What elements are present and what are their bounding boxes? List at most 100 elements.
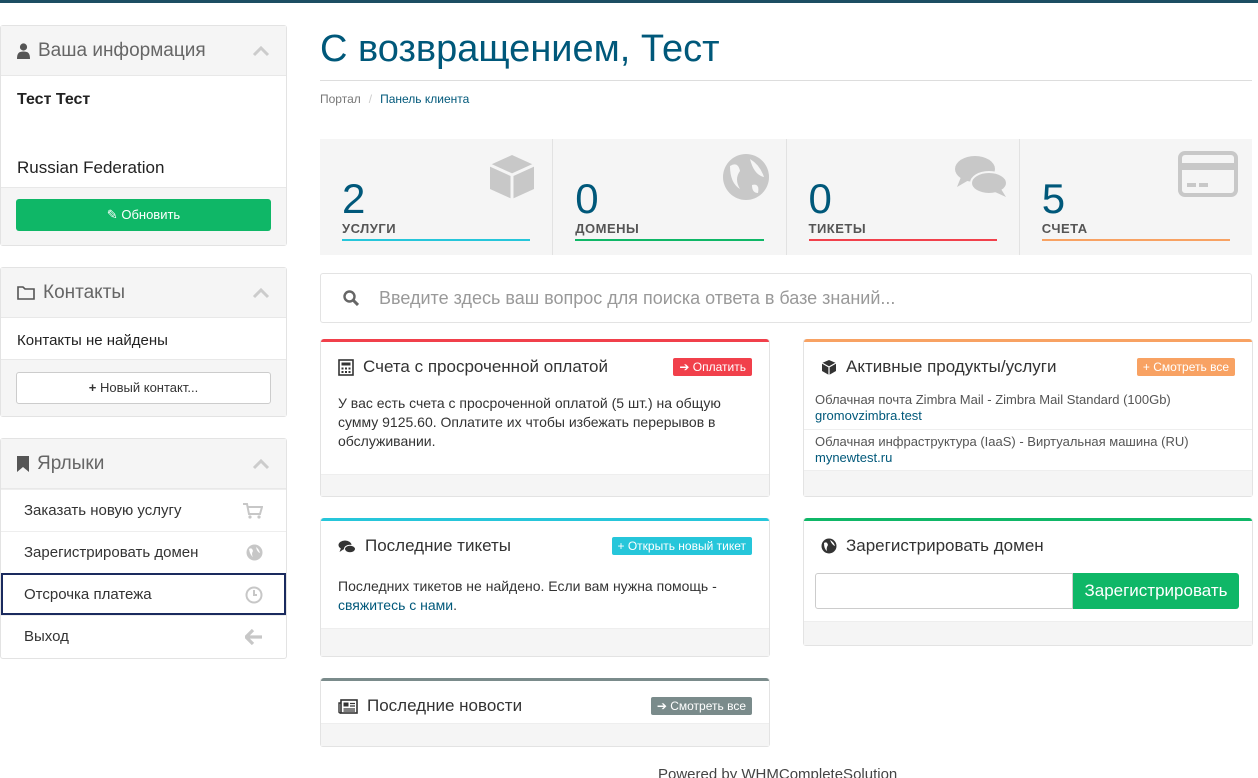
card-footer xyxy=(804,621,1252,645)
shortcut-register-domain[interactable]: Зарегистрировать домен xyxy=(1,531,286,573)
shortcuts-panel-header[interactable]: Ярлыки xyxy=(1,439,286,489)
card-footer xyxy=(321,723,769,746)
pay-button[interactable]: ➔ Оплатить xyxy=(673,358,752,376)
product-name: Облачная инфраструктура (IaaS) - Виртуал… xyxy=(815,434,1189,449)
pencil-icon: ✎ xyxy=(106,207,118,222)
globe-icon xyxy=(821,538,837,554)
card-title: Активные продукты/услуги xyxy=(846,357,1057,376)
globe-icon xyxy=(246,544,263,561)
card-title: Счета с просроченной оплатой xyxy=(363,357,608,376)
kb-search-placeholder: Введите здесь ваш вопрос для поиска отве… xyxy=(379,287,896,308)
info-panel: Ваша информация Тест Тест Russian Federa… xyxy=(0,25,287,246)
pay-button-label: Оплатить xyxy=(692,360,746,374)
tile-label: УСЛУГИ xyxy=(342,221,397,236)
tickets-text: Последних тикетов не найдено. Если вам н… xyxy=(321,569,769,615)
tile-accent-bar xyxy=(575,239,764,241)
tile-accent-bar xyxy=(808,239,997,241)
card-title: Последние новости xyxy=(367,696,523,715)
user-icon xyxy=(17,42,30,59)
domain-input[interactable] xyxy=(815,573,1073,609)
client-name: Тест Тест xyxy=(17,91,91,108)
shortcuts-panel: Ярлыки Заказать новую услугу Зарегистрир… xyxy=(0,438,287,659)
update-info-label: Обновить xyxy=(121,207,181,222)
tickets-empty-text: Последних тикетов не найдено. Если вам н… xyxy=(338,578,717,594)
tile-tickets[interactable]: 0 ТИКЕТЫ xyxy=(787,139,1020,255)
client-country: Russian Federation xyxy=(17,158,165,177)
product-domain[interactable]: gromovzimbra.test xyxy=(815,408,1241,423)
contacts-panel-header[interactable]: Контакты xyxy=(1,268,286,318)
chevron-up-icon[interactable] xyxy=(252,45,270,57)
overdue-text: У вас есть счета с просроченной оплатой … xyxy=(338,395,721,449)
view-all-news-label: Смотреть все xyxy=(670,699,746,713)
product-name: Облачная почта Zimbra Mail - Zimbra Mail… xyxy=(815,392,1171,407)
shortcut-label: Заказать новую услугу xyxy=(24,502,182,519)
contacts-panel-title: Контакты xyxy=(43,281,126,303)
kb-search-input[interactable]: Введите здесь ваш вопрос для поиска отве… xyxy=(320,273,1252,323)
product-item[interactable]: Облачная инфраструктура (IaaS) - Виртуал… xyxy=(804,429,1252,471)
shortcuts-panel-title: Ярлыки xyxy=(37,452,105,474)
footer-powered-by[interactable]: Powered by WHMCompleteSolution xyxy=(658,766,897,778)
tile-label: ТИКЕТЫ xyxy=(808,221,867,236)
view-all-news-button[interactable]: ➔ Смотреть все xyxy=(650,697,752,715)
tile-count: 5 xyxy=(1041,175,1066,222)
breadcrumb-current: Панель клиента xyxy=(380,92,470,106)
register-domain-card: Зарегистрировать домен Зарегистрировать xyxy=(803,518,1253,646)
tile-services[interactable]: 2 УСЛУГИ xyxy=(320,139,554,255)
comments-icon xyxy=(953,151,1008,203)
info-panel-header[interactable]: Ваша информация xyxy=(1,26,286,76)
recent-news-card: Последние новости ➔ Смотреть все xyxy=(320,678,770,747)
plus-icon: + xyxy=(88,380,97,395)
contact-us-link[interactable]: свяжитесь с нами xyxy=(338,597,453,613)
view-all-label: Смотреть все xyxy=(1153,360,1229,374)
tile-domains[interactable]: 0 ДОМЕНЫ xyxy=(553,139,787,255)
domain-search-group: Зарегистрировать xyxy=(815,573,1239,609)
folder-icon xyxy=(17,285,35,300)
open-ticket-button[interactable]: + Открыть новый тикет xyxy=(611,537,752,555)
chevron-up-icon[interactable] xyxy=(252,287,270,299)
card-title: Последние тикеты xyxy=(365,536,511,555)
globe-icon xyxy=(720,151,772,203)
bookmark-icon xyxy=(17,455,29,472)
page-title: С возвращением, Тест xyxy=(320,28,720,70)
breadcrumb-home[interactable]: Портал xyxy=(320,92,361,106)
product-item[interactable]: Облачная почта Zimbra Mail - Zimbra Mail… xyxy=(804,388,1252,429)
title-divider xyxy=(320,80,1252,81)
product-domain[interactable]: mynewtest.ru xyxy=(815,450,1241,465)
shortcut-label: Выход xyxy=(24,628,69,645)
tile-invoices[interactable]: 5 СЧЕТА xyxy=(1020,139,1252,255)
newspaper-icon xyxy=(338,698,358,714)
top-accent-bar xyxy=(0,0,1258,3)
tile-accent-bar xyxy=(342,239,531,241)
breadcrumb-separator: / xyxy=(368,92,373,106)
credit-card-icon xyxy=(1178,151,1238,203)
card-title: Зарегистрировать домен xyxy=(846,536,1044,555)
clock-icon xyxy=(245,586,263,604)
cart-icon xyxy=(243,502,263,519)
new-contact-button[interactable]: + Новый контакт... xyxy=(16,372,271,404)
shortcut-logout[interactable]: Выход xyxy=(1,615,286,657)
chevron-up-icon[interactable] xyxy=(252,458,270,470)
recent-tickets-card: Последние тикеты + Открыть новый тикет П… xyxy=(320,518,770,657)
calculator-icon xyxy=(338,358,354,376)
cube-icon xyxy=(486,151,538,203)
new-contact-label: Новый контакт... xyxy=(100,380,199,395)
card-footer xyxy=(321,628,769,656)
tile-label: СЧЕТА xyxy=(1041,221,1088,236)
register-domain-button[interactable]: Зарегистрировать xyxy=(1073,573,1239,609)
arrow-left-icon xyxy=(245,628,263,645)
active-products-card: Активные продукты/услуги + Смотреть все … xyxy=(803,339,1253,497)
shortcut-order-service[interactable]: Заказать новую услугу xyxy=(1,489,286,531)
tile-label: ДОМЕНЫ xyxy=(575,221,640,236)
info-panel-title: Ваша информация xyxy=(38,39,206,61)
card-footer xyxy=(321,474,769,496)
cube-icon xyxy=(821,359,837,376)
overdue-invoices-card: Счета с просроченной оплатой ➔ Оплатить … xyxy=(320,339,770,497)
shortcut-payment-deferral[interactable]: Отсрочка платежа xyxy=(1,573,286,615)
contacts-empty-text: Контакты не найдены xyxy=(17,332,168,349)
shortcut-label: Зарегистрировать домен xyxy=(24,544,199,561)
open-ticket-label: Открыть новый тикет xyxy=(627,539,746,553)
update-info-button[interactable]: ✎ Обновить xyxy=(16,199,271,231)
stat-tiles: 2 УСЛУГИ 0 ДОМЕНЫ 0 ТИКЕТЫ 5 СЧЕТА xyxy=(320,139,1252,255)
view-all-products-button[interactable]: + Смотреть все xyxy=(1136,358,1235,376)
tile-count: 0 xyxy=(575,175,599,222)
